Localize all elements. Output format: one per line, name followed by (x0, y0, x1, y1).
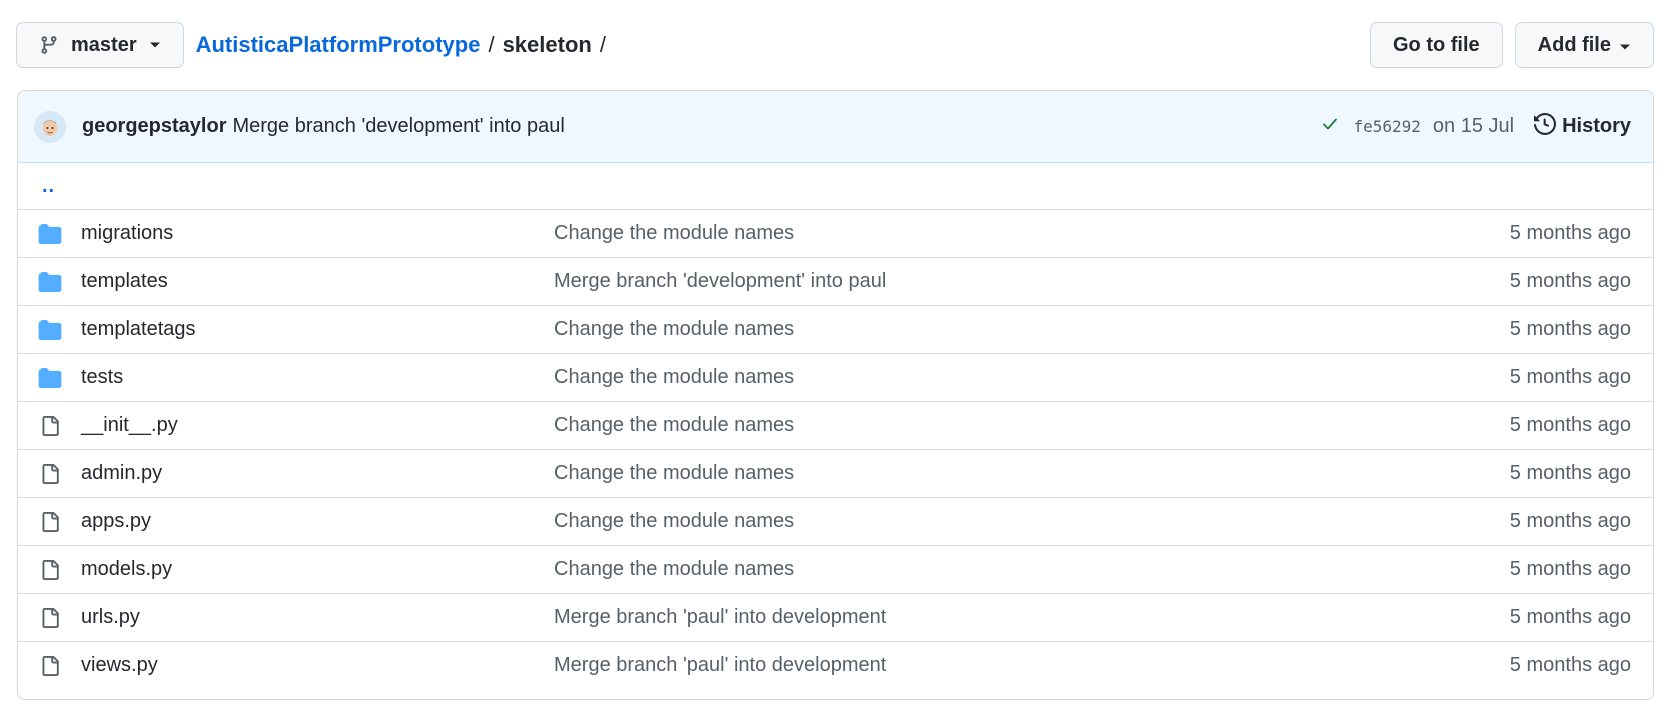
file-name-link[interactable]: urls.py (81, 606, 554, 629)
file-icon (38, 463, 62, 485)
add-file-button[interactable]: Add file (1514, 22, 1654, 68)
file-commit-age: 5 months ago (1509, 270, 1631, 292)
file-commit-age: 5 months ago (1509, 222, 1631, 244)
table-row: tests Change the module names 5 months ago (18, 353, 1653, 401)
commit-date: on 15 Jul (1432, 115, 1515, 137)
table-row: urls.py Merge branch 'paul' into developm… (18, 593, 1653, 641)
table-row: models.py Change the module names 5 months… (18, 545, 1653, 593)
breadcrumb-current-dir: skeleton (502, 32, 592, 57)
file-commit-age: 5 months ago (1509, 558, 1631, 580)
check-icon[interactable] (1321, 116, 1339, 137)
header-actions: Go to file Add file (1369, 22, 1654, 68)
toolbar: master AutisticaPlatformPrototype / skel… (16, 22, 1654, 68)
caret-down-icon (149, 41, 161, 49)
branch-select-button[interactable]: master (16, 22, 184, 68)
branch-label: master (71, 33, 137, 56)
file-commit-age: 5 months ago (1509, 318, 1631, 340)
table-row: views.py Merge branch 'paul' into develop… (18, 641, 1653, 689)
file-commit-age: 5 months ago (1509, 366, 1631, 388)
file-name-link[interactable]: models.py (81, 558, 554, 581)
file-commit-age: 5 months ago (1509, 606, 1631, 628)
file-commit-message-link[interactable]: Change the module names (554, 558, 1510, 581)
history-icon (1534, 112, 1557, 141)
file-icon (38, 607, 62, 629)
add-file-label: Add file (1537, 33, 1611, 56)
file-commit-message-link[interactable]: Change the module names (554, 222, 1510, 245)
breadcrumb-trailing-separator: / (599, 32, 606, 57)
file-commit-age: 5 months ago (1509, 654, 1631, 676)
folder-icon (38, 223, 62, 244)
folder-icon (38, 367, 62, 388)
file-commit-message-link[interactable]: Change the module names (554, 318, 1510, 341)
latest-commit-bar: georgepstaylor Merge branch 'development… (18, 91, 1653, 163)
file-icon (38, 511, 62, 533)
commit-sha-link[interactable]: fe56292 (1353, 117, 1420, 136)
file-name-link[interactable]: views.py (81, 654, 554, 677)
file-commit-message-link[interactable]: Change the module names (554, 462, 1510, 485)
file-commit-message-link[interactable]: Merge branch 'paul' into development (554, 606, 1510, 629)
breadcrumb: AutisticaPlatformPrototype / skeleton / (196, 32, 614, 58)
file-commit-message-link[interactable]: Change the module names (554, 510, 1510, 533)
history-label: History (1562, 115, 1631, 137)
folder-icon (38, 319, 62, 340)
file-commit-message-link[interactable]: Merge branch 'paul' into development (554, 654, 1510, 677)
commit-meta: fe56292 on 15 Jul History (1321, 112, 1631, 141)
file-icon (38, 415, 62, 437)
file-browser-page: master AutisticaPlatformPrototype / skel… (0, 0, 1670, 718)
history-button[interactable]: History (1534, 112, 1631, 141)
commit-author-link[interactable]: georgepstaylor (82, 115, 226, 138)
file-name-link[interactable]: migrations (81, 222, 554, 245)
file-icon (38, 655, 62, 677)
go-to-file-button[interactable]: Go to file (1369, 22, 1503, 68)
file-rows: .. migrations Change the module names 5 mo… (18, 163, 1653, 689)
file-commit-message-link[interactable]: Change the module names (554, 414, 1510, 437)
commit-message-link[interactable]: Merge branch 'development' into paul (232, 115, 564, 138)
git-branch-icon (39, 34, 59, 56)
file-name-link[interactable]: templatetags (81, 318, 554, 341)
file-icon (38, 559, 62, 581)
file-commit-message-link[interactable]: Merge branch 'development' into paul (554, 270, 1510, 293)
file-name-link[interactable]: apps.py (81, 510, 554, 533)
file-name-link[interactable]: tests (81, 366, 554, 389)
breadcrumb-separator: / (488, 32, 495, 57)
file-commit-age: 5 months ago (1509, 510, 1631, 532)
file-commit-message-link[interactable]: Change the module names (554, 366, 1510, 389)
file-name-link[interactable]: admin.py (81, 462, 554, 485)
parent-directory-row: .. (18, 163, 1653, 209)
table-row: admin.py Change the module names 5 months … (18, 449, 1653, 497)
breadcrumb-repo-link[interactable]: AutisticaPlatformPrototype (196, 32, 481, 58)
folder-icon (38, 271, 62, 292)
caret-down-icon (1619, 34, 1631, 57)
table-row: templatetags Change the module names 5 mon… (18, 305, 1653, 353)
table-row: __init__.py Change the module names 5 mont… (18, 401, 1653, 449)
parent-directory-link[interactable]: .. (38, 175, 55, 198)
avatar[interactable] (34, 110, 66, 143)
file-list-box: georgepstaylor Merge branch 'development… (17, 90, 1654, 700)
file-commit-age: 5 months ago (1509, 414, 1631, 436)
table-row: templates Merge branch 'development' into… (18, 257, 1653, 305)
table-row: migrations Change the module names 5 month… (18, 209, 1653, 257)
table-row: apps.py Change the module names 5 months a… (18, 497, 1653, 545)
file-name-link[interactable]: templates (81, 270, 554, 293)
file-name-link[interactable]: __init__.py (81, 414, 554, 437)
file-commit-age: 5 months ago (1509, 462, 1631, 484)
